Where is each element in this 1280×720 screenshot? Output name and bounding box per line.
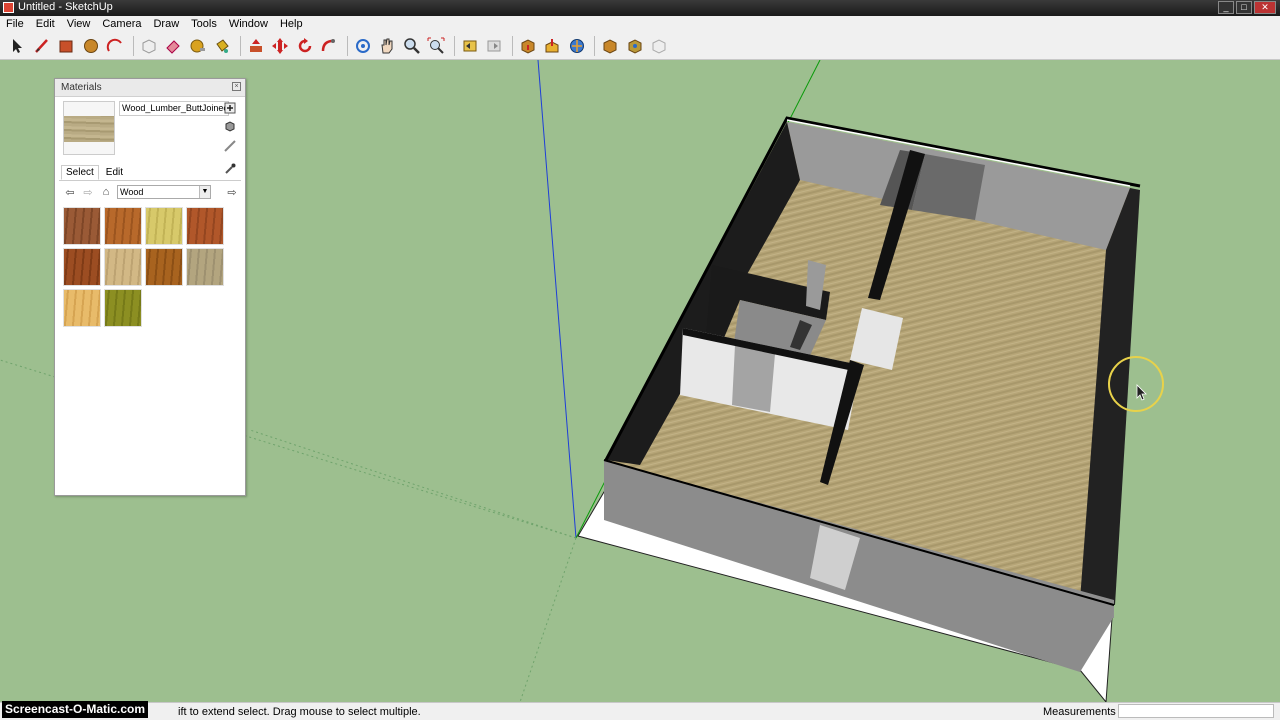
mouse-cursor-icon (1136, 384, 1147, 401)
back-wall-shadow-2 (912, 154, 985, 220)
toolbar-separator (594, 35, 595, 56)
zoom-icon[interactable] (401, 35, 423, 57)
material-name-field[interactable]: Wood_Lumber_ButtJoined (119, 101, 229, 116)
materials-panel-title: Materials (61, 82, 102, 93)
push-pull-icon[interactable] (245, 35, 267, 57)
panel-close-icon[interactable]: × (232, 82, 241, 91)
material-preview-swatch (64, 116, 114, 142)
close-button[interactable]: ✕ (1254, 1, 1276, 14)
swatch-wood-floor-dark[interactable] (63, 248, 101, 286)
blue-axis-dotted (519, 537, 577, 702)
toolbar-separator (239, 35, 241, 56)
status-bar: ift to extend select. Drag mouse to sele… (0, 702, 1280, 720)
tab-edit[interactable]: Edit (101, 165, 128, 180)
forward-arrow-icon[interactable]: ⇨ (81, 185, 95, 199)
status-hint: ift to extend select. Drag mouse to sele… (178, 706, 421, 718)
menu-file[interactable]: File (0, 18, 30, 30)
library-dropdown-value: Wood (120, 187, 144, 197)
material-preview (63, 101, 115, 155)
swatch-wood-pine[interactable] (63, 289, 101, 327)
library-dropdown[interactable]: Wood ▼ (117, 185, 211, 199)
sketchup-app-icon (3, 2, 14, 13)
zoom-extents-icon[interactable] (425, 35, 447, 57)
rotate-icon[interactable] (294, 35, 316, 57)
sample-paint-icon[interactable] (223, 139, 237, 153)
toggle-terrain-icon[interactable] (648, 35, 670, 57)
circle-tool-icon[interactable] (80, 35, 102, 57)
measurements-input[interactable] (1118, 704, 1274, 718)
swatch-wood-olive-green[interactable] (104, 289, 142, 327)
line-tool-icon[interactable] (31, 35, 53, 57)
share-model-icon[interactable] (541, 35, 563, 57)
back-arrow-icon[interactable]: ⇦ (63, 185, 77, 199)
materials-panel: Materials × Wood_Lumber_ButtJoined Selec… (54, 78, 246, 496)
previous-view-icon[interactable] (459, 35, 481, 57)
create-material-icon[interactable] (223, 101, 237, 115)
swatch-wood-lumber-buttjoined[interactable] (186, 248, 224, 286)
swatch-wood-light-blond[interactable] (145, 207, 183, 245)
screencast-watermark: Screencast-O-Matic.com (2, 701, 149, 718)
rectangle-tool-icon[interactable] (55, 35, 77, 57)
eraser-icon[interactable] (162, 35, 184, 57)
tab-select[interactable]: Select (61, 165, 99, 180)
menu-tools[interactable]: Tools (185, 18, 223, 30)
menu-bar: File Edit View Camera Draw Tools Window … (0, 16, 1280, 32)
pan-icon[interactable] (376, 35, 398, 57)
maximize-button[interactable]: □ (1236, 1, 1252, 14)
chevron-down-icon: ▼ (199, 186, 210, 198)
swatch-wood-cherry-original[interactable] (104, 207, 142, 245)
material-swatch-grid (63, 207, 224, 327)
getting-started-toolbar (0, 32, 1280, 60)
place-model-icon[interactable] (566, 35, 588, 57)
toolbar-separator (453, 35, 455, 56)
toolbar-separator (132, 35, 134, 56)
title-bar: Untitled - SketchUp _ □ ✕ (0, 0, 1280, 16)
move-icon[interactable] (269, 35, 291, 57)
library-nav-row: ⇦ ⇨ ⌂ Wood ▼ ⇨ (63, 184, 239, 200)
blue-axis (537, 60, 577, 539)
swatch-wood-floor[interactable] (186, 207, 224, 245)
window-title: Untitled - SketchUp (18, 1, 113, 13)
materials-panel-header: Materials × (55, 79, 245, 97)
swatch-wood-walnut[interactable] (145, 248, 183, 286)
follow-me-icon[interactable] (318, 35, 340, 57)
menu-edit[interactable]: Edit (30, 18, 61, 30)
make-component-icon[interactable] (138, 35, 160, 57)
photo-textures-icon[interactable] (599, 35, 621, 57)
swatch-wood-cherry[interactable] (63, 207, 101, 245)
orbit-icon[interactable] (352, 35, 374, 57)
select-tool-icon[interactable] (6, 35, 28, 57)
default-material-icon[interactable] (223, 119, 237, 133)
home-icon[interactable]: ⌂ (99, 185, 113, 199)
menu-window[interactable]: Window (223, 18, 274, 30)
toolbar-separator (346, 35, 348, 56)
menu-help[interactable]: Help (274, 18, 309, 30)
eyedropper-icon[interactable] (223, 162, 237, 176)
measurements-label: Measurements (1043, 706, 1116, 718)
get-models-icon[interactable] (517, 35, 539, 57)
minimize-button[interactable]: _ (1218, 1, 1234, 14)
menu-camera[interactable]: Camera (96, 18, 147, 30)
next-view-icon[interactable] (483, 35, 505, 57)
details-arrow-icon[interactable]: ⇨ (225, 185, 239, 199)
tape-measure-icon[interactable] (187, 35, 209, 57)
add-location-icon[interactable] (624, 35, 646, 57)
menu-view[interactable]: View (61, 18, 97, 30)
swatch-wood-veneer-light[interactable] (104, 248, 142, 286)
toolbar-separator (511, 35, 513, 56)
arc-tool-icon[interactable] (104, 35, 126, 57)
menu-draw[interactable]: Draw (147, 18, 185, 30)
paint-bucket-icon[interactable] (211, 35, 233, 57)
axis-dotted (249, 429, 577, 539)
tab-divider (59, 180, 241, 181)
